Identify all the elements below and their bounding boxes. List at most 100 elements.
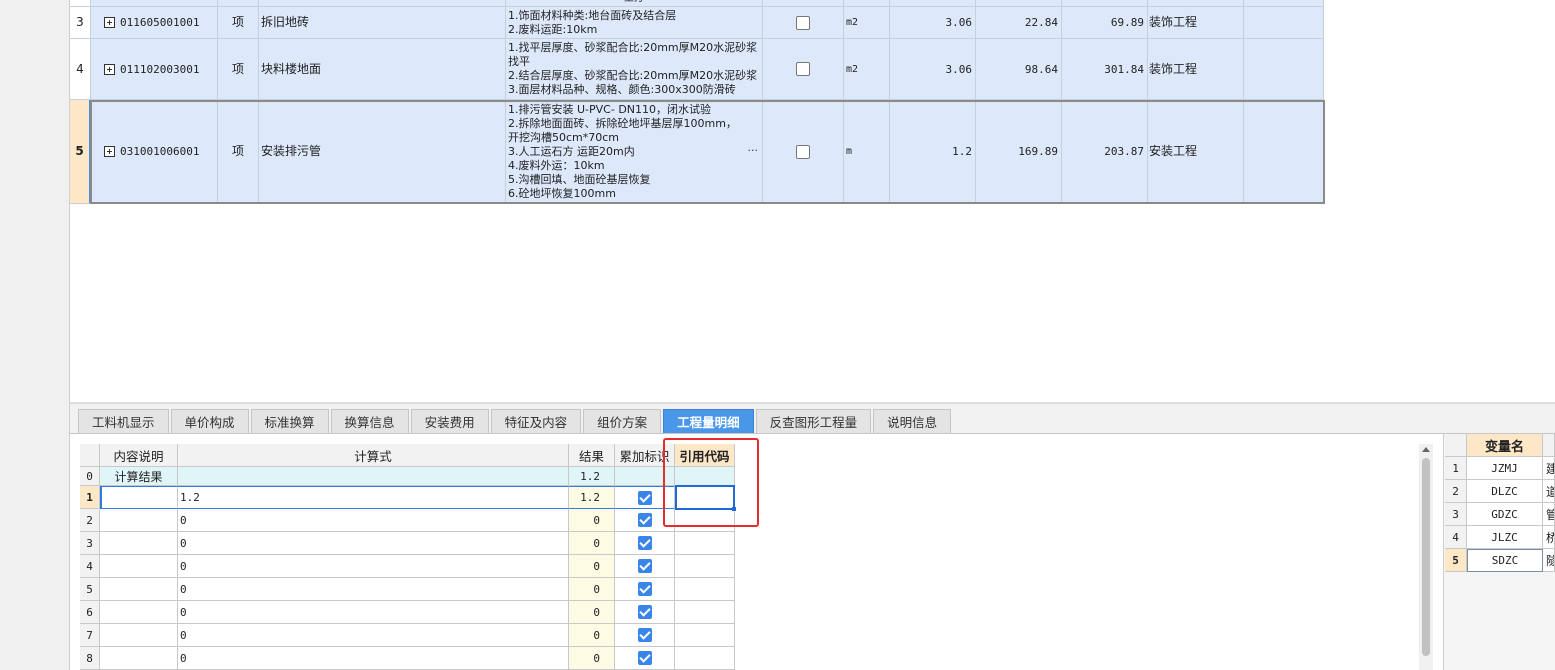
accumulate-checkbox[interactable]	[637, 605, 652, 619]
description-cell[interactable]	[100, 647, 178, 670]
formula-cell[interactable]: 1.2	[178, 486, 569, 509]
accumulate-checkbox[interactable]	[637, 536, 652, 550]
detail-row[interactable]: 2 0 0	[80, 509, 735, 532]
tab-features-content[interactable]: 特征及内容	[490, 409, 582, 433]
item-checkbox[interactable]	[796, 62, 810, 76]
variable-code[interactable]: JZMJ	[1467, 457, 1543, 480]
description-cell[interactable]	[100, 509, 178, 532]
ref-code-cell[interactable]	[675, 555, 735, 578]
accumulate-checkbox[interactable]	[637, 582, 652, 596]
item-checkbox[interactable]	[796, 15, 810, 30]
variable-row-active[interactable]: 5 SDZC 隧	[1445, 549, 1555, 572]
detail-row[interactable]: 8 0 0	[80, 647, 735, 670]
detail-row[interactable]: 3 0 0	[80, 532, 735, 555]
accumulate-checkbox[interactable]	[637, 513, 652, 527]
tab-standard-conversion[interactable]: 标准换算	[250, 409, 329, 433]
bill-row[interactable]: 4 011102003001 项 块料楼地面 1.找平层厚度、砂浆配合比:20m…	[70, 39, 1324, 100]
variable-code[interactable]: SDZC	[1467, 549, 1543, 572]
detail-row[interactable]: 5 0 0	[80, 578, 735, 601]
item-code-cell[interactable]: 011102003001	[91, 39, 218, 100]
tab-labor-material[interactable]: 工料机显示	[78, 409, 169, 433]
accumulate-checkbox[interactable]	[637, 559, 652, 573]
expand-icon[interactable]	[104, 63, 115, 75]
more-features-button[interactable]: ···	[748, 144, 759, 158]
variable-row[interactable]: 1 JZMJ 建	[1445, 457, 1555, 480]
accumulate-cell[interactable]	[615, 555, 675, 578]
formula-cell[interactable]: 0	[178, 601, 569, 624]
formula-cell[interactable]: 0	[178, 532, 569, 555]
variable-code[interactable]: GDZC	[1467, 503, 1543, 526]
item-checkbox[interactable]	[796, 144, 810, 159]
item-checkbox-cell[interactable]	[763, 7, 844, 39]
accumulate-checkbox[interactable]	[637, 628, 652, 642]
header-result[interactable]: 结果	[569, 444, 615, 467]
ref-code-editor[interactable]	[675, 485, 736, 511]
variable-code[interactable]: JLZC	[1467, 526, 1543, 549]
header-variable-name[interactable]: 变量名	[1467, 434, 1543, 457]
tab-pricing-scheme[interactable]: 组价方案	[583, 409, 662, 433]
variable-row[interactable]: 4 JLZC 桥	[1445, 526, 1555, 549]
description-cell[interactable]	[100, 601, 178, 624]
accumulate-cell[interactable]	[615, 486, 675, 509]
ref-code-cell[interactable]	[675, 647, 735, 670]
header-description[interactable]: 内容说明	[100, 444, 178, 467]
accumulate-cell[interactable]	[615, 601, 675, 624]
bill-row[interactable]: 3 011605001001 项 拆旧地砖 1.饰面材料种类:地台面砖及结合层 …	[70, 7, 1324, 39]
detail-row[interactable]: 6 0 0	[80, 601, 735, 624]
item-features[interactable]: 1.排污管安装 U-PVC- DN110，闭水试验 2.拆除地面面砖、拆除砼地坪…	[506, 100, 763, 204]
expand-icon[interactable]	[104, 146, 115, 157]
item-checkbox-cell[interactable]	[763, 39, 844, 100]
accumulate-checkbox[interactable]	[637, 651, 652, 665]
scroll-thumb[interactable]	[1422, 458, 1430, 656]
description-cell[interactable]	[100, 486, 178, 509]
item-checkbox-cell[interactable]	[763, 100, 844, 204]
item-name[interactable]: 拆旧地砖	[259, 7, 506, 39]
accumulate-cell[interactable]	[615, 647, 675, 670]
bill-row-active[interactable]: 5 031001006001 项 安装排污管 1.排污管安装 U-PVC- DN…	[70, 100, 1324, 204]
result-cell: 0	[569, 509, 615, 532]
accumulate-checkbox[interactable]	[637, 490, 652, 505]
description-cell[interactable]	[100, 532, 178, 555]
variable-row[interactable]: 2 DLZC 道	[1445, 480, 1555, 503]
accumulate-cell[interactable]	[615, 624, 675, 647]
item-features[interactable]: 1.找平层厚度、砂浆配合比:20mm厚M20水泥砂浆 找平 2.结合层厚度、砂浆…	[506, 39, 763, 100]
detail-row[interactable]: 7 0 0	[80, 624, 735, 647]
description-cell[interactable]	[100, 578, 178, 601]
tab-quantity-detail[interactable]: 工程量明细	[663, 409, 754, 433]
tab-conversion-info[interactable]: 换算信息	[330, 409, 409, 433]
formula-cell[interactable]: 0	[178, 647, 569, 670]
ref-code-cell[interactable]	[675, 624, 735, 647]
item-name[interactable]: 块料楼地面	[259, 39, 506, 100]
item-features[interactable]: 1.饰面材料种类:地台面砖及结合层 2.废料运距:10km	[506, 7, 763, 39]
scroll-up-icon[interactable]	[1422, 447, 1430, 452]
ref-code-cell[interactable]	[675, 578, 735, 601]
variable-row[interactable]: 3 GDZC 管	[1445, 503, 1555, 526]
accumulate-cell[interactable]	[615, 532, 675, 555]
formula-cell[interactable]: 0	[178, 578, 569, 601]
ref-code-cell[interactable]	[675, 509, 735, 532]
tab-install-fees[interactable]: 安装费用	[410, 409, 489, 433]
ref-code-cell[interactable]	[675, 601, 735, 624]
description-cell[interactable]	[100, 624, 178, 647]
expand-icon[interactable]	[104, 17, 115, 28]
tab-notes[interactable]: 说明信息	[873, 409, 952, 433]
accumulate-cell[interactable]	[615, 578, 675, 601]
item-code-cell[interactable]: 011605001001	[91, 7, 218, 39]
tab-unit-price[interactable]: 单价构成	[170, 409, 249, 433]
formula-cell[interactable]: 0	[178, 624, 569, 647]
detail-row-active[interactable]: 1 1.2 1.2	[80, 486, 735, 509]
formula-cell[interactable]: 0	[178, 509, 569, 532]
header-accumulate[interactable]: 累加标识	[615, 444, 675, 467]
ref-code-cell[interactable]	[675, 532, 735, 555]
detail-row[interactable]: 4 0 0	[80, 555, 735, 578]
item-code-cell[interactable]: 031001006001	[91, 100, 218, 204]
variable-code[interactable]: DLZC	[1467, 480, 1543, 503]
formula-cell[interactable]: 0	[178, 555, 569, 578]
item-name[interactable]: 安装排污管	[259, 100, 506, 204]
header-ref-code[interactable]: 引用代码	[675, 444, 735, 467]
detail-scrollbar[interactable]	[1419, 444, 1433, 670]
description-cell[interactable]	[100, 555, 178, 578]
tab-reverse-lookup[interactable]: 反查图形工程量	[755, 409, 872, 433]
accumulate-cell[interactable]	[615, 509, 675, 532]
header-formula[interactable]: 计算式	[178, 444, 569, 467]
